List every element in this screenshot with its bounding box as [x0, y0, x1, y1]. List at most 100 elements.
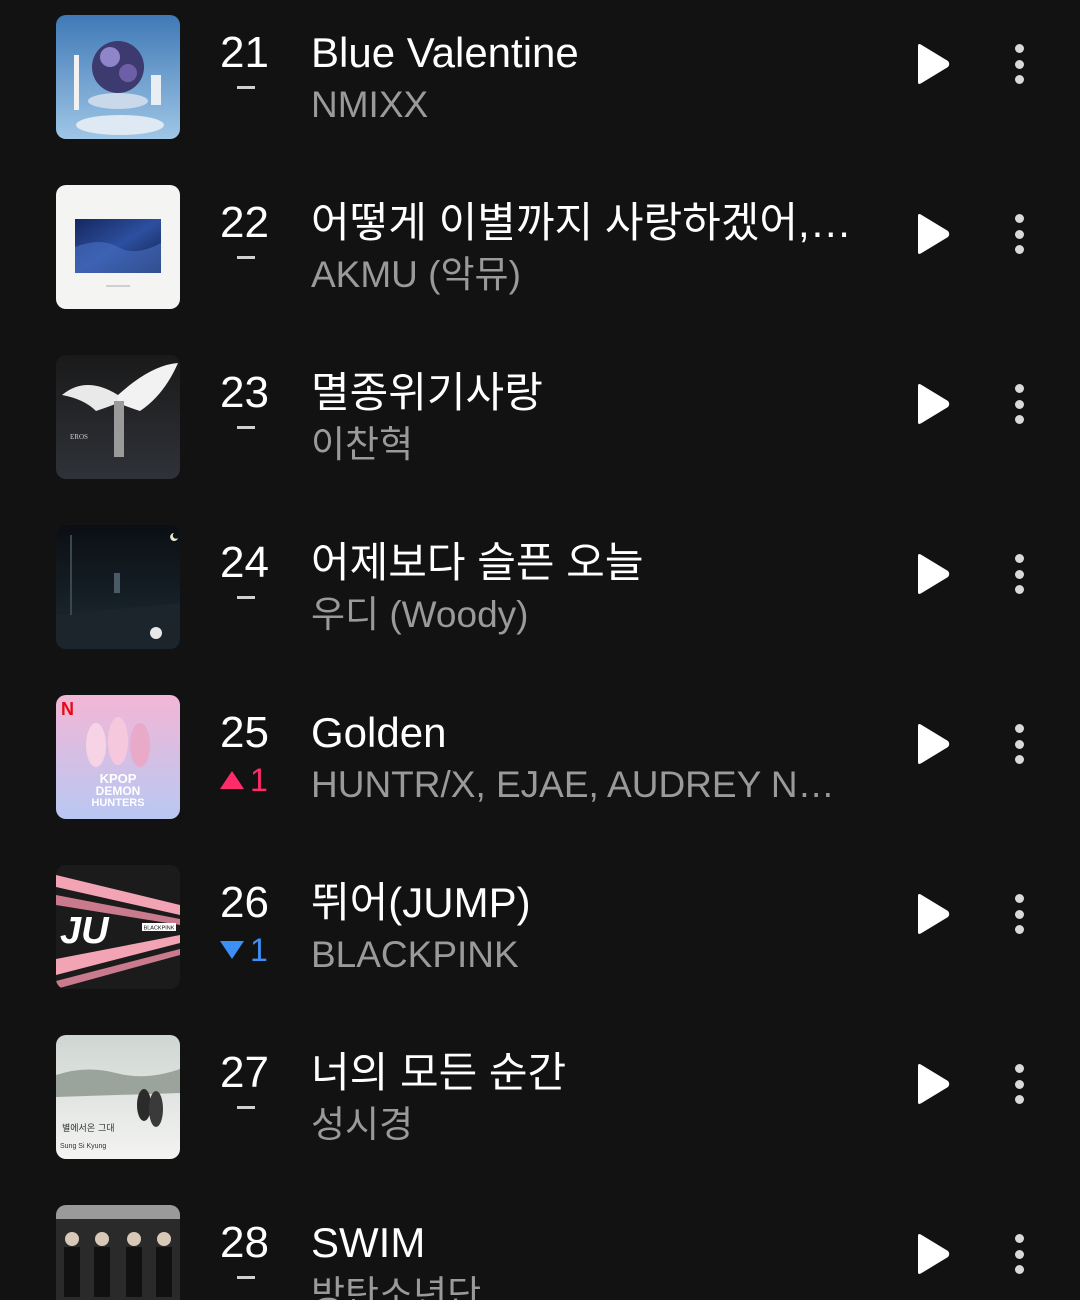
album-cover[interactable]: [56, 15, 180, 139]
more-dot-icon: [1014, 415, 1024, 424]
album-cover-bts-icon: [56, 1205, 180, 1300]
no-change-dash: [237, 256, 255, 259]
more-options-button[interactable]: [1002, 210, 1036, 258]
chart-list: 21 Blue Valentine NMIXX 22 어떻게 이별까지 사랑하겠…: [0, 0, 1080, 1300]
rank-number: 24: [220, 538, 269, 587]
album-cover-sung-si-kyung-icon: 별에서온 그대 Sung Si Kyung: [56, 1035, 180, 1159]
rank-up-icon: [220, 771, 244, 789]
chart-row[interactable]: 22 어떻게 이별까지 사랑하겠어, 널 사랑하는 거지 AKMU (악뮤): [0, 170, 1080, 340]
play-button[interactable]: [912, 722, 952, 766]
chart-row[interactable]: 24 어제보다 슬픈 오늘 우디 (Woody): [0, 510, 1080, 680]
rank-change: [220, 1100, 255, 1109]
kpop-title-line2: DEMON: [96, 784, 141, 798]
album-cover-jump-icon: JU BLACKPINK: [56, 865, 180, 989]
more-options-button[interactable]: [1002, 40, 1036, 88]
play-icon: [918, 554, 950, 594]
rank-change: [220, 420, 255, 429]
song-title[interactable]: Golden: [311, 708, 856, 758]
album-cover-kpop-demon-hunters-icon: N KPOP DEMON HUNTERS: [56, 695, 180, 819]
chart-row[interactable]: 별에서온 그대 Sung Si Kyung 27 너의 모든 순간 성시경: [0, 1020, 1080, 1190]
no-change-dash: [237, 596, 255, 599]
album-cover[interactable]: [56, 185, 180, 309]
song-title[interactable]: 어떻게 이별까지 사랑하겠어, 널 사랑하는 거지: [311, 198, 856, 248]
more-dot-icon: [1014, 1265, 1024, 1274]
more-options-button[interactable]: [1002, 890, 1036, 938]
more-options-button[interactable]: [1002, 380, 1036, 428]
play-button[interactable]: [912, 552, 952, 596]
album-cover[interactable]: [56, 1205, 180, 1300]
play-icon: [918, 724, 950, 764]
song-title[interactable]: 멸종위기사랑: [311, 368, 856, 418]
more-dot-icon: [1014, 755, 1024, 764]
play-icon: [918, 894, 950, 934]
kpop-title-line3: HUNTERS: [91, 797, 144, 809]
no-change-dash: [237, 1106, 255, 1109]
album-cover[interactable]: [56, 525, 180, 649]
song-title[interactable]: SWIM: [311, 1218, 856, 1268]
more-dot-icon: [1014, 1249, 1024, 1259]
artist-name[interactable]: HUNTR/X, EJAE, AUDREY NUNA, REI AMI: [311, 762, 856, 808]
rank-number: 25: [220, 708, 269, 757]
rank-change: [220, 1270, 255, 1279]
rank-change-value: 1: [250, 932, 268, 968]
play-button[interactable]: [912, 42, 952, 86]
more-options-button[interactable]: [1002, 550, 1036, 598]
album-cover[interactable]: 별에서온 그대 Sung Si Kyung: [56, 1035, 180, 1159]
more-dot-icon: [1014, 59, 1024, 69]
chart-row[interactable]: JU BLACKPINK 26 1 뛰어(JUMP) BLACKPINK: [0, 850, 1080, 1020]
artist-name[interactable]: AKMU (악뮤): [311, 252, 856, 298]
more-dot-icon: [1014, 75, 1024, 84]
album-cover-woody-icon: [56, 525, 180, 649]
chart-row[interactable]: EROS 23 멸종위기사랑 이찬혁: [0, 340, 1080, 510]
more-dot-icon: [1014, 1079, 1024, 1089]
chart-row[interactable]: 28 SWIM 방탄소년단: [0, 1190, 1080, 1300]
song-title[interactable]: 너의 모든 순간: [311, 1048, 856, 1098]
play-icon: [918, 44, 950, 84]
artist-name[interactable]: 방탄소년단: [311, 1272, 856, 1300]
rank-change: 1: [220, 760, 268, 800]
play-icon: [918, 384, 950, 424]
more-dot-icon: [1014, 894, 1024, 903]
artist-name[interactable]: NMIXX: [311, 82, 856, 128]
rank-down-icon: [220, 941, 244, 959]
song-title[interactable]: 어제보다 슬픈 오늘: [311, 538, 856, 588]
no-change-dash: [237, 86, 255, 89]
chart-row[interactable]: N KPOP DEMON HUNTERS 25 1 Golden HUNTR/X…: [0, 680, 1080, 850]
song-title[interactable]: Blue Valentine: [311, 28, 856, 78]
rank-change: [220, 590, 255, 599]
artist-name[interactable]: 성시경: [311, 1102, 856, 1148]
rank-change-value: 1: [250, 762, 268, 798]
play-icon: [918, 1064, 950, 1104]
play-button[interactable]: [912, 382, 952, 426]
play-button[interactable]: [912, 892, 952, 936]
more-dot-icon: [1014, 585, 1024, 594]
more-dot-icon: [1014, 214, 1024, 223]
ssk-name: Sung Si Kyung: [60, 1143, 106, 1150]
more-dot-icon: [1014, 44, 1024, 53]
more-dot-icon: [1014, 909, 1024, 919]
more-dot-icon: [1014, 1064, 1024, 1073]
more-dot-icon: [1014, 1095, 1024, 1104]
more-options-button[interactable]: [1002, 720, 1036, 768]
more-dot-icon: [1014, 399, 1024, 409]
song-title[interactable]: 뛰어(JUMP): [311, 878, 856, 928]
album-cover[interactable]: JU BLACKPINK: [56, 865, 180, 989]
jump-logo: JU: [60, 910, 110, 952]
more-dot-icon: [1014, 569, 1024, 579]
play-button[interactable]: [912, 1232, 952, 1276]
album-cover[interactable]: N KPOP DEMON HUNTERS: [56, 695, 180, 819]
play-button[interactable]: [912, 212, 952, 256]
ssk-album-title: 별에서온 그대: [62, 1123, 115, 1134]
more-options-button[interactable]: [1002, 1060, 1036, 1108]
play-icon: [918, 1234, 950, 1274]
more-dot-icon: [1014, 554, 1024, 563]
artist-name[interactable]: 우디 (Woody): [311, 592, 856, 638]
netflix-mark: N: [61, 699, 74, 719]
artist-name[interactable]: BLACKPINK: [311, 932, 856, 978]
artist-name[interactable]: 이찬혁: [311, 422, 856, 468]
chart-row[interactable]: 21 Blue Valentine NMIXX: [0, 0, 1080, 170]
rank-number: 22: [220, 198, 269, 247]
more-options-button[interactable]: [1002, 1230, 1036, 1278]
play-button[interactable]: [912, 1062, 952, 1106]
album-cover[interactable]: EROS: [56, 355, 180, 479]
